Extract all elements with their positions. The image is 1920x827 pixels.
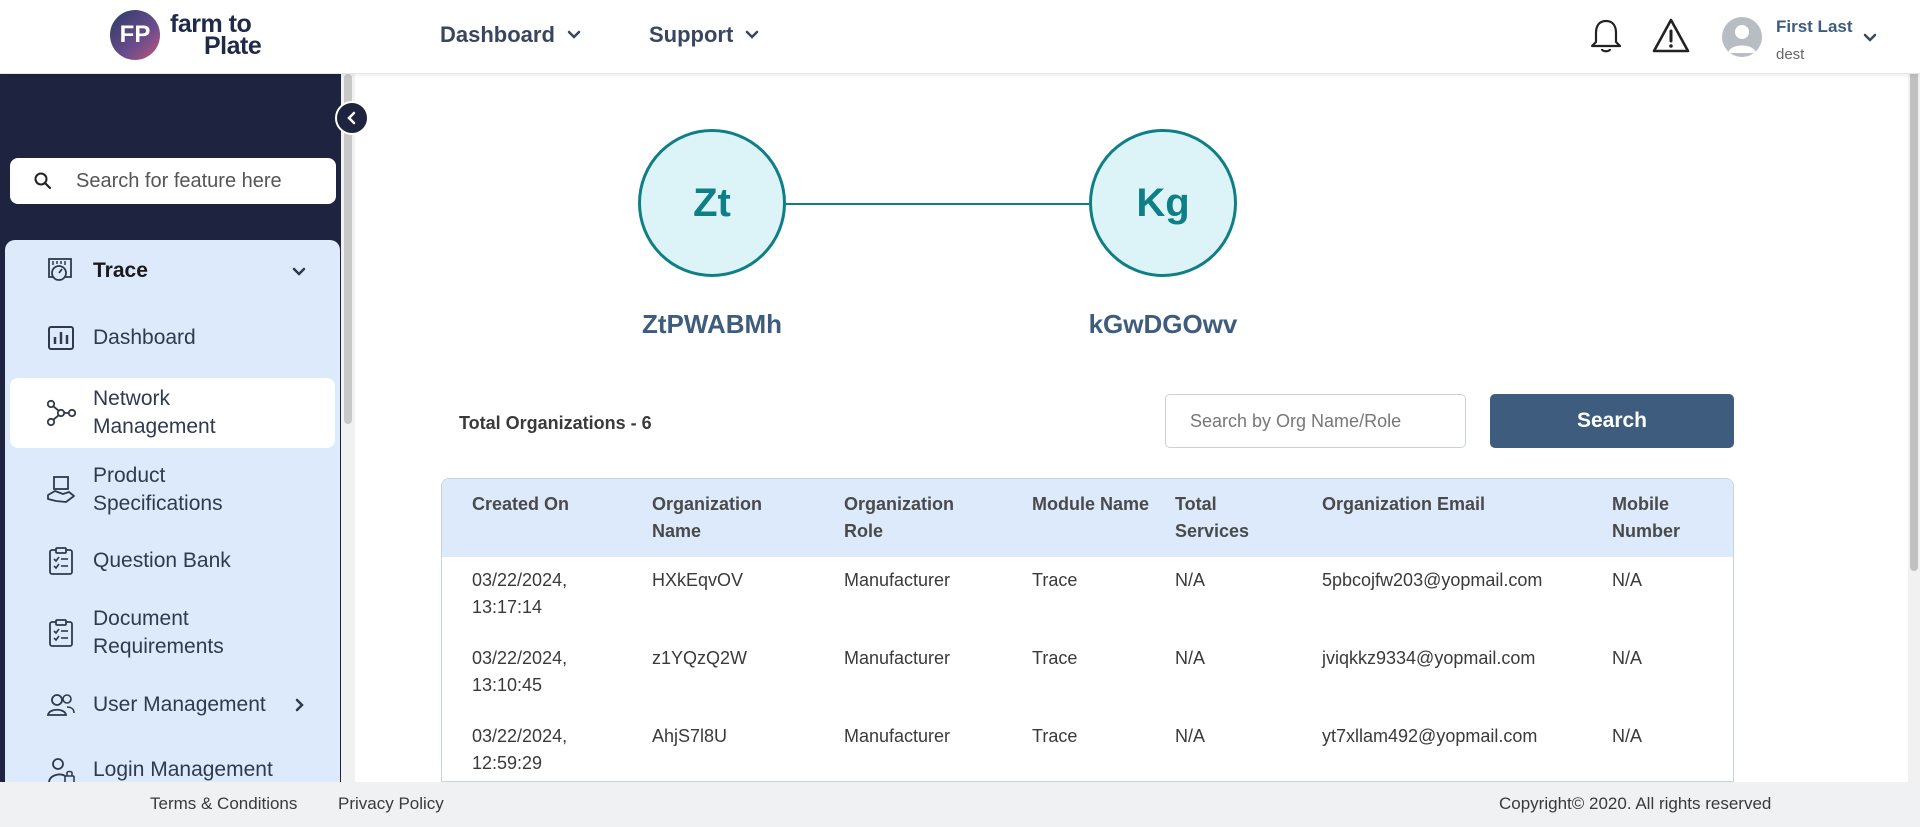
- chevron-right-icon: [295, 698, 304, 712]
- cell-mobile: N/A: [1612, 726, 1643, 746]
- sidebar-item-label: Document Requirements: [93, 607, 224, 658]
- cell-email: 5pbcojfw203@yopmail.com: [1322, 570, 1543, 590]
- table-row[interactable]: 03/22/2024, 13:17:14 HXkEqvOV Manufactur…: [442, 557, 1733, 635]
- column-header: Organization Name: [652, 494, 763, 541]
- chevron-down-icon: [746, 30, 759, 39]
- search-icon: [34, 172, 52, 190]
- sidebar-item-product-specifications[interactable]: Product Specifications: [10, 458, 335, 522]
- sidebar-section-trace[interactable]: Trace: [10, 248, 335, 294]
- cell-org-name: z1YQzQ2W: [652, 648, 748, 668]
- network-node-label: kGwDGOwv: [1088, 309, 1238, 339]
- users-icon: [46, 694, 75, 716]
- column-header: Total Services: [1175, 494, 1250, 541]
- sidebar-item-label: Login Management: [93, 758, 273, 781]
- cell-module: Trace: [1032, 726, 1078, 746]
- cell-module: Trace: [1032, 648, 1078, 668]
- sidebar-item-question-bank[interactable]: Question Bank: [10, 536, 335, 586]
- sidebar-item-label: Product Specifications: [93, 464, 223, 515]
- cell-services: N/A: [1175, 570, 1206, 590]
- cell-created-on: 03/22/2024, 13:10:45: [472, 648, 568, 695]
- terms-link[interactable]: Terms & Conditions: [150, 794, 297, 814]
- cell-created-on: 03/22/2024, 12:59:29: [472, 726, 568, 773]
- bell-icon[interactable]: [1586, 16, 1626, 56]
- column-header: Created On: [472, 494, 570, 514]
- network-edge: [786, 203, 1089, 205]
- chevron-down-icon: [292, 267, 306, 276]
- cell-org-name: HXkEqvOV: [652, 570, 744, 590]
- nav-dashboard-label: Dashboard: [440, 22, 555, 47]
- sidebar-collapse-button[interactable]: [335, 101, 369, 135]
- cell-module: Trace: [1032, 570, 1078, 590]
- table-row[interactable]: 03/22/2024, 12:59:29 AhjS7l8U Manufactur…: [442, 713, 1733, 781]
- nav-support-menu[interactable]: Support: [649, 22, 759, 48]
- sidebar-item-label: Dashboard: [93, 326, 196, 349]
- cell-org-role: Manufacturer: [844, 570, 951, 590]
- warning-icon[interactable]: [1651, 16, 1691, 56]
- network-node[interactable]: Kg: [1089, 129, 1237, 277]
- footer: Terms & Conditions Privacy Policy Copyri…: [0, 782, 1920, 827]
- logo-text: farm to Plate: [170, 12, 262, 60]
- cell-org-role: Manufacturer: [844, 648, 951, 668]
- total-organizations: Total Organizations - 6: [459, 413, 652, 433]
- logo-mark: FP: [110, 10, 160, 60]
- cell-services: N/A: [1175, 648, 1206, 668]
- top-bar: FP farm to Plate Dashboard Support First…: [0, 0, 1920, 74]
- trace-icon: [48, 258, 72, 281]
- cell-email: jviqkkz9334@yopmail.com: [1322, 648, 1536, 668]
- sidebar-item-user-management[interactable]: User Management: [10, 680, 335, 730]
- logo-text-line2: Plate: [204, 32, 262, 60]
- bar-chart-icon: [48, 326, 74, 350]
- user-avatar-icon: [1728, 25, 1756, 53]
- feature-search-box[interactable]: [10, 158, 336, 204]
- cell-email: yt7xllam492@yopmail.com: [1322, 726, 1538, 746]
- sidebar-item-dashboard[interactable]: Dashboard: [10, 316, 335, 360]
- farm-to-plate-logo[interactable]: FP farm to Plate: [110, 10, 262, 60]
- main-scrollbar[interactable]: [1910, 66, 1918, 571]
- chevron-left-icon: [347, 111, 356, 125]
- column-header: Organization Email: [1322, 494, 1486, 514]
- nav-support-label: Support: [649, 22, 734, 47]
- privacy-policy-link[interactable]: Privacy Policy: [338, 794, 444, 814]
- sidebar-item-network-management[interactable]: Network Management: [10, 378, 335, 448]
- cell-mobile: N/A: [1612, 570, 1643, 590]
- network-node[interactable]: Zt: [638, 129, 786, 277]
- network-node-initials: Kg: [1136, 180, 1190, 225]
- network-icon: [46, 399, 76, 427]
- cell-org-role: Manufacturer: [844, 726, 951, 746]
- user-lock-icon: [48, 758, 75, 784]
- clipboard-list-icon: [49, 547, 73, 575]
- avatar[interactable]: [1722, 17, 1762, 57]
- product-specs-icon: [47, 476, 75, 503]
- copyright-text: Copyright© 2020. All rights reserved: [1499, 794, 1772, 813]
- sidebar-item-document-requirements[interactable]: Document Requirements: [10, 601, 335, 665]
- table-header: Created On Organization Name Organizatio…: [442, 479, 1733, 557]
- nav-dashboard-menu[interactable]: Dashboard: [440, 22, 581, 48]
- user-name[interactable]: First Last: [1776, 17, 1853, 37]
- sidebar-item-label: Network Management: [93, 387, 216, 438]
- sidebar-item-label: User Management: [93, 693, 266, 716]
- cell-services: N/A: [1175, 726, 1206, 746]
- user-role: dest: [1776, 46, 1805, 63]
- clipboard-list-icon: [49, 619, 73, 647]
- sidebar-item-label: Question Bank: [93, 549, 231, 572]
- sidebar-menu-panel: Trace Dashboard Network Management Produ…: [5, 240, 340, 784]
- network-node-label: ZtPWABMh: [641, 309, 783, 339]
- cell-org-name: AhjS7l8U: [652, 726, 728, 746]
- table-row[interactable]: 03/22/2024, 13:10:45 z1YQzQ2W Manufactur…: [442, 635, 1733, 713]
- chevron-down-icon: [567, 30, 581, 39]
- sidebar-section-trace-label: Trace: [93, 259, 148, 282]
- search-button[interactable]: Search: [1490, 394, 1734, 448]
- cell-created-on: 03/22/2024, 13:17:14: [472, 570, 568, 617]
- column-header: Mobile Number: [1612, 494, 1681, 541]
- chevron-down-icon[interactable]: [1862, 30, 1878, 46]
- organizations-table: Created On Organization Name Organizatio…: [441, 478, 1734, 782]
- network-node-initials: Zt: [693, 180, 731, 225]
- cell-mobile: N/A: [1612, 648, 1643, 668]
- column-header: Organization Role: [844, 494, 955, 541]
- org-search-input[interactable]: [1165, 394, 1466, 448]
- feature-search-input[interactable]: [76, 169, 306, 193]
- column-header: Module Name: [1032, 494, 1150, 514]
